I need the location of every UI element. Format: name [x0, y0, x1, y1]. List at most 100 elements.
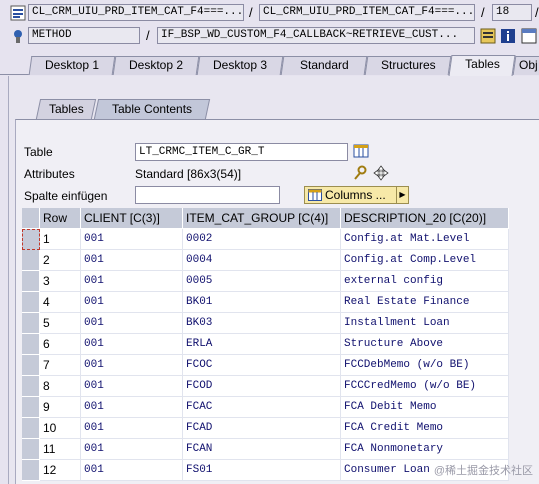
cell-row-number[interactable]: 8: [40, 376, 81, 397]
row-selector[interactable]: [22, 418, 40, 439]
row-selector[interactable]: [22, 334, 40, 355]
row-selector[interactable]: [22, 439, 40, 460]
row-selector[interactable]: [22, 313, 40, 334]
table-header: Row CLIENT [C(3)] ITEM_CAT_GROUP [C(4)] …: [22, 208, 509, 229]
cell-item-cat-group[interactable]: BK03: [183, 313, 341, 334]
cell-row-number[interactable]: 7: [40, 355, 81, 376]
cell-row-number[interactable]: 3: [40, 271, 81, 292]
cell-description[interactable]: FCA Credit Memo: [341, 418, 509, 439]
table-row[interactable]: 6 001 ERLA Structure Above: [22, 334, 509, 355]
cell-item-cat-group[interactable]: FCOC: [183, 355, 341, 376]
cell-client[interactable]: 001: [81, 397, 183, 418]
row-selector[interactable]: [22, 397, 40, 418]
table-row[interactable]: 9 001 FCAC FCA Debit Memo: [22, 397, 509, 418]
cell-item-cat-group[interactable]: FCAN: [183, 439, 341, 460]
tab-objects[interactable]: Obj: [512, 56, 539, 75]
row-selector[interactable]: [22, 460, 40, 481]
cell-description[interactable]: Config.at Mat.Level: [341, 229, 509, 250]
cell-client[interactable]: 001: [81, 271, 183, 292]
tab-structures[interactable]: Structures: [364, 56, 452, 75]
cell-row-number[interactable]: 12: [40, 460, 81, 481]
row-selector[interactable]: [22, 250, 40, 271]
cell-item-cat-group[interactable]: FS01: [183, 460, 341, 481]
cell-client[interactable]: 001: [81, 313, 183, 334]
include-field[interactable]: CL_CRM_UIU_PRD_ITEM_CAT_F4===...: [259, 4, 475, 21]
row-selector[interactable]: [22, 271, 40, 292]
tab-tables[interactable]: Tables: [448, 55, 516, 76]
method-field[interactable]: IF_BSP_WD_CUSTOM_F4_CALLBACK~RETRIEVE_CU…: [157, 27, 475, 44]
column-header-row[interactable]: Row: [40, 208, 81, 229]
columns-button[interactable]: Columns ... ▶: [304, 186, 409, 204]
cell-description[interactable]: FCCCredMemo (w/o BE): [341, 376, 509, 397]
cell-client[interactable]: 001: [81, 355, 183, 376]
dropdown-arrow-icon[interactable]: ▶: [396, 187, 408, 203]
column-header-description[interactable]: DESCRIPTION_20 [C(20)]: [341, 208, 509, 229]
cell-client[interactable]: 001: [81, 334, 183, 355]
table-row[interactable]: 4 001 BK01 Real Estate Finance: [22, 292, 509, 313]
tab-tables-list[interactable]: Tables: [35, 99, 97, 119]
cell-client[interactable]: 001: [81, 460, 183, 481]
info-icon[interactable]: [500, 28, 516, 44]
tab-desktop-1[interactable]: Desktop 1: [28, 56, 116, 75]
cell-row-number[interactable]: 11: [40, 439, 81, 460]
display-code-icon[interactable]: [480, 28, 496, 44]
cell-description[interactable]: external config: [341, 271, 509, 292]
cell-description[interactable]: FCA Nonmonetary: [341, 439, 509, 460]
cell-description[interactable]: Real Estate Finance: [341, 292, 509, 313]
cell-description[interactable]: Installment Loan: [341, 313, 509, 334]
row-selector[interactable]: [22, 376, 40, 397]
cell-row-number[interactable]: 6: [40, 334, 81, 355]
row-selector[interactable]: [22, 229, 40, 250]
cell-item-cat-group[interactable]: 0004: [183, 250, 341, 271]
row-selector[interactable]: [22, 355, 40, 376]
cell-item-cat-group[interactable]: FCOD: [183, 376, 341, 397]
cell-row-number[interactable]: 9: [40, 397, 81, 418]
move-icon[interactable]: [373, 165, 389, 181]
table-row[interactable]: 8 001 FCOD FCCCredMemo (w/o BE): [22, 376, 509, 397]
table-row[interactable]: 7 001 FCOC FCCDebMemo (w/o BE): [22, 355, 509, 376]
event-type-field[interactable]: METHOD: [28, 27, 140, 44]
row-selector[interactable]: [22, 292, 40, 313]
cell-description[interactable]: FCCDebMemo (w/o BE): [341, 355, 509, 376]
cell-item-cat-group[interactable]: FCAC: [183, 397, 341, 418]
table-row[interactable]: 2 001 0004 Config.at Comp.Level: [22, 250, 509, 271]
table-row[interactable]: 3 001 0005 external config: [22, 271, 509, 292]
column-header-client[interactable]: CLIENT [C(3)]: [81, 208, 183, 229]
select-all-corner[interactable]: [22, 208, 40, 229]
cell-client[interactable]: 001: [81, 418, 183, 439]
tab-standard[interactable]: Standard: [280, 56, 368, 75]
table-name-input[interactable]: LT_CRMC_ITEM_C_GR_T: [135, 143, 348, 161]
cell-client[interactable]: 001: [81, 250, 183, 271]
tab-desktop-2[interactable]: Desktop 2: [112, 56, 200, 75]
cell-row-number[interactable]: 2: [40, 250, 81, 271]
cell-description[interactable]: FCA Debit Memo: [341, 397, 509, 418]
cell-client[interactable]: 001: [81, 439, 183, 460]
cell-description[interactable]: Config.at Comp.Level: [341, 250, 509, 271]
window-icon[interactable]: [521, 28, 537, 44]
cell-client[interactable]: 001: [81, 376, 183, 397]
cell-client[interactable]: 001: [81, 292, 183, 313]
cell-row-number[interactable]: 5: [40, 313, 81, 334]
cell-item-cat-group[interactable]: BK01: [183, 292, 341, 313]
tab-table-contents[interactable]: Table Contents: [93, 99, 211, 119]
cell-row-number[interactable]: 10: [40, 418, 81, 439]
table-row[interactable]: 10 001 FCAD FCA Credit Memo: [22, 418, 509, 439]
cell-item-cat-group[interactable]: 0005: [183, 271, 341, 292]
insert-column-input[interactable]: [135, 186, 280, 204]
key-icon[interactable]: [352, 165, 368, 181]
cell-row-number[interactable]: 4: [40, 292, 81, 313]
cell-description[interactable]: Structure Above: [341, 334, 509, 355]
cell-item-cat-group[interactable]: FCAD: [183, 418, 341, 439]
tab-desktop-3[interactable]: Desktop 3: [196, 56, 284, 75]
line-field[interactable]: 18: [492, 4, 532, 21]
cell-item-cat-group[interactable]: 0002: [183, 229, 341, 250]
table-row[interactable]: 1 001 0002 Config.at Mat.Level: [22, 229, 509, 250]
cell-row-number[interactable]: 1: [40, 229, 81, 250]
cell-item-cat-group[interactable]: ERLA: [183, 334, 341, 355]
table-view-icon[interactable]: [353, 143, 369, 159]
table-row[interactable]: 5 001 BK03 Installment Loan: [22, 313, 509, 334]
table-row[interactable]: 11 001 FCAN FCA Nonmonetary: [22, 439, 509, 460]
cell-client[interactable]: 001: [81, 229, 183, 250]
column-header-item-cat-group[interactable]: ITEM_CAT_GROUP [C(4)]: [183, 208, 341, 229]
program-field[interactable]: CL_CRM_UIU_PRD_ITEM_CAT_F4===...: [28, 4, 244, 21]
